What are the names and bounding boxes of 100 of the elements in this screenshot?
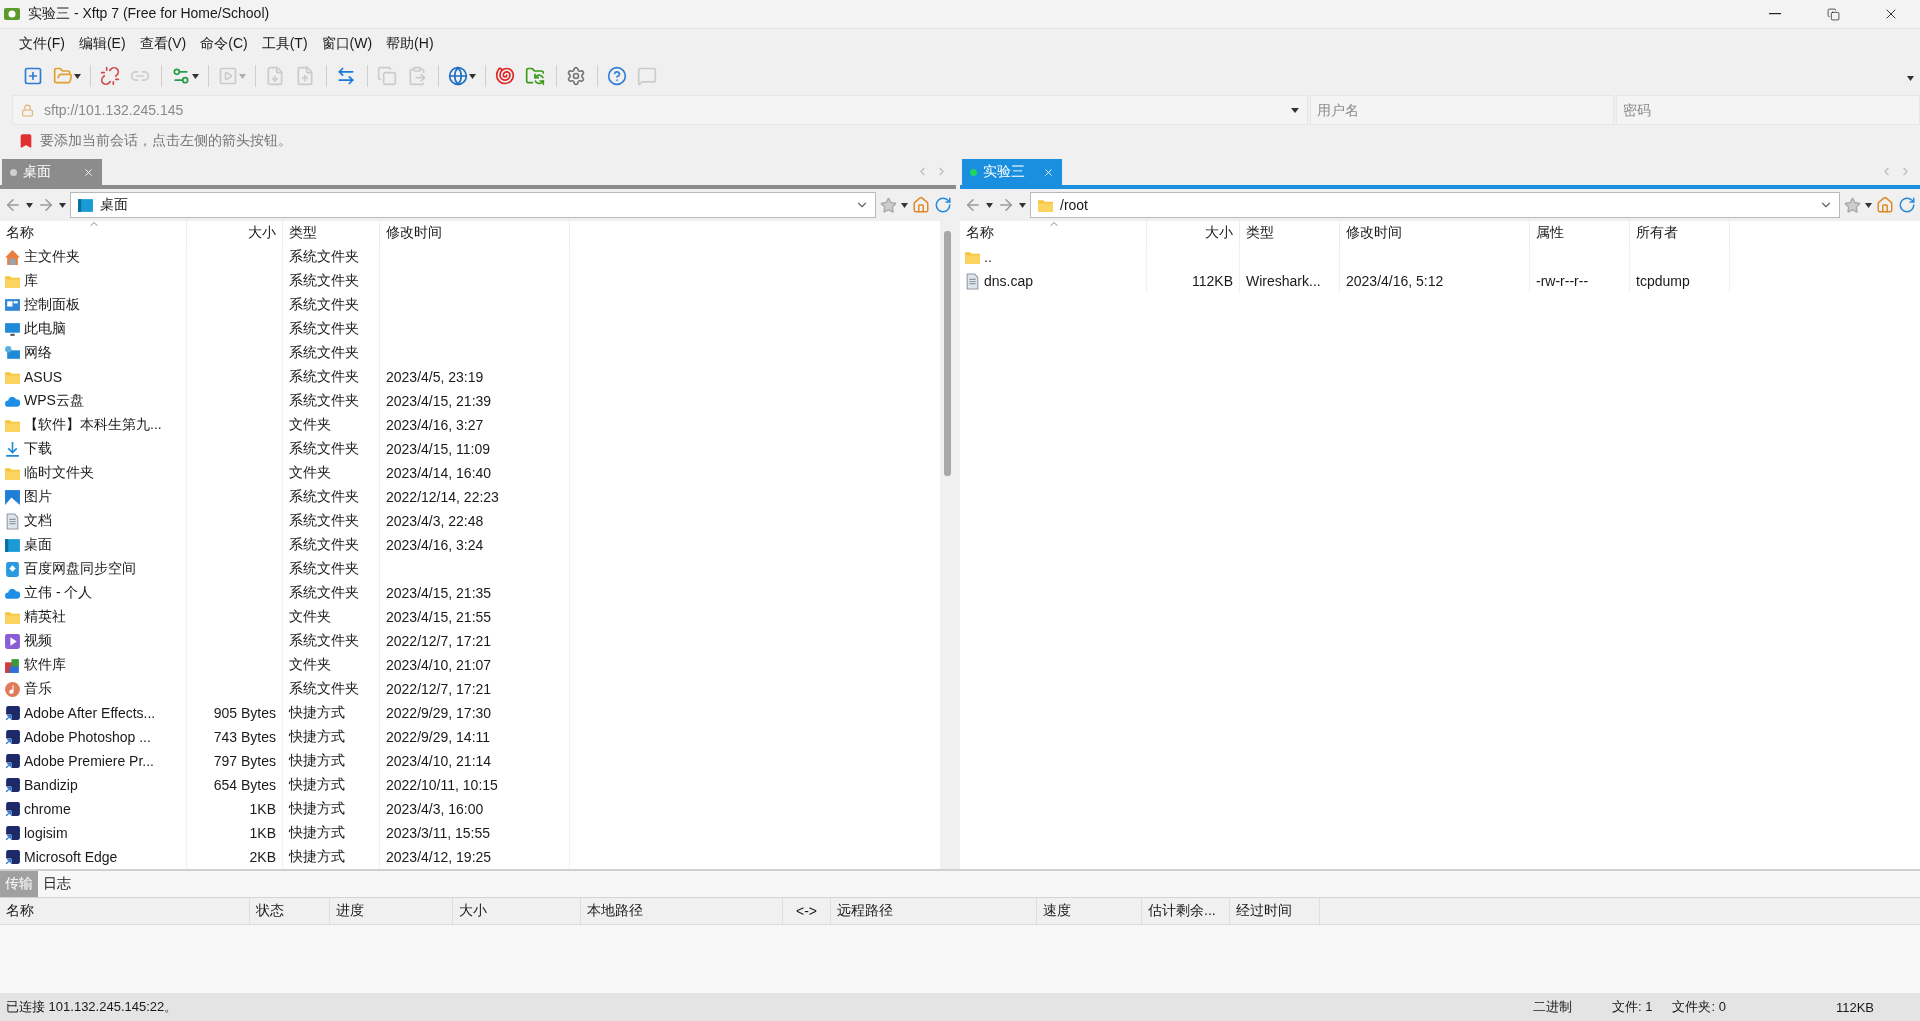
- apps-icon: [4, 656, 21, 674]
- caret-icon: [1019, 202, 1026, 208]
- column-header[interactable]: 类型: [283, 221, 380, 245]
- desktop-icon: [4, 536, 21, 554]
- menu-item[interactable]: 文件(F): [12, 35, 72, 53]
- column-header[interactable]: 本地路径: [581, 898, 783, 924]
- file-name[interactable]: 此电脑: [24, 320, 66, 338]
- username-field[interactable]: 用户名: [1310, 95, 1614, 125]
- file-name[interactable]: Adobe Photoshop ...: [24, 729, 151, 745]
- file-detail-cell: 2023/4/15, 21:39: [380, 389, 570, 413]
- file-name[interactable]: 视频: [24, 632, 52, 650]
- file-name[interactable]: ASUS: [24, 369, 63, 385]
- file-name[interactable]: 桌面: [24, 536, 52, 554]
- file-download-icon: [265, 66, 285, 86]
- shortcut-icon: [4, 800, 21, 818]
- menu-item[interactable]: 窗口(W): [314, 35, 380, 53]
- chat-icon: [637, 66, 657, 86]
- lock-icon: [21, 103, 34, 117]
- column-header[interactable]: <->: [783, 898, 831, 924]
- column-header[interactable]: 名称: [0, 898, 250, 924]
- shortcut-icon: [4, 776, 21, 794]
- column-header[interactable]: 经过时间: [1230, 898, 1320, 924]
- file-detail-cell: 2023/4/10, 21:14: [380, 749, 570, 773]
- connection-status: 已连接 101.132.245.145:22。: [6, 998, 179, 1016]
- file-name[interactable]: 音乐: [24, 680, 52, 698]
- caret-icon: [59, 202, 66, 208]
- menu-item[interactable]: 工具(T): [254, 35, 315, 53]
- file-name[interactable]: 库: [24, 272, 38, 290]
- caret-icon: [192, 73, 199, 79]
- path-field[interactable]: 桌面: [70, 192, 876, 218]
- file-name[interactable]: 主文件夹: [24, 248, 80, 266]
- star-icon: [1844, 196, 1861, 214]
- file-name[interactable]: 图片: [24, 488, 52, 506]
- file-name[interactable]: WPS云盘: [24, 392, 84, 410]
- file-name[interactable]: 控制面板: [24, 296, 80, 314]
- column-header[interactable]: 大小: [187, 221, 283, 245]
- password-field[interactable]: 密码: [1616, 95, 1920, 125]
- column-header[interactable]: 速度: [1037, 898, 1142, 924]
- caret-icon: [1865, 202, 1872, 208]
- file-detail-cell: 2023/4/15, 21:35: [380, 581, 570, 605]
- file-detail-cell: 2023/4/16, 3:24: [380, 533, 570, 557]
- file-name[interactable]: 临时文件夹: [24, 464, 94, 482]
- column-header[interactable]: 大小: [453, 898, 581, 924]
- path-field[interactable]: /root: [1030, 192, 1840, 218]
- column-header[interactable]: 进度: [330, 898, 453, 924]
- file-name[interactable]: Bandizip: [24, 777, 78, 793]
- column-header[interactable]: 修改时间: [1340, 221, 1530, 245]
- menu-item[interactable]: 命令(C): [193, 35, 255, 53]
- document-icon: [964, 272, 981, 290]
- file-name[interactable]: 【软件】本科生第九...: [24, 416, 162, 434]
- dropdown-icon: [1291, 107, 1299, 113]
- file-detail-cell: 1KB: [187, 797, 283, 821]
- file-name[interactable]: Microsoft Edge: [24, 849, 118, 865]
- home-icon: [4, 248, 21, 266]
- column-header[interactable]: 所有者: [1630, 221, 1730, 245]
- play-icon: [218, 66, 238, 86]
- back-icon: [4, 196, 22, 214]
- column-header[interactable]: 修改时间: [380, 221, 570, 245]
- menu-item[interactable]: 编辑(E): [71, 35, 133, 53]
- column-header[interactable]: 远程路径: [831, 898, 1037, 924]
- control-panel-icon: [4, 296, 21, 314]
- caret-icon: [901, 202, 908, 208]
- file-detail-cell: 2023/4/3, 22:48: [380, 509, 570, 533]
- file-detail-cell: 2023/4/16, 3:27: [380, 413, 570, 437]
- file-detail-cell: 2022/10/11, 10:15: [380, 773, 570, 797]
- caret-icon: [26, 202, 33, 208]
- file-detail-cell: 快捷方式: [283, 701, 380, 725]
- file-name[interactable]: chrome: [24, 801, 71, 817]
- file-name[interactable]: 文档: [24, 512, 52, 530]
- column-header[interactable]: 类型: [1240, 221, 1340, 245]
- file-name[interactable]: 百度网盘同步空间: [24, 560, 136, 578]
- file-name[interactable]: 立伟 - 个人: [24, 584, 93, 602]
- column-header[interactable]: 属性: [1530, 221, 1630, 245]
- column-header[interactable]: 状态: [250, 898, 330, 924]
- file-name[interactable]: Adobe After Effects...: [24, 705, 156, 721]
- file-detail-cell: 系统文件夹: [283, 557, 380, 581]
- file-name[interactable]: 软件库: [24, 656, 66, 674]
- file-name[interactable]: 精英社: [24, 608, 66, 626]
- file-detail-cell: 2023/4/14, 16:40: [380, 461, 570, 485]
- file-detail-cell: 2022/12/7, 17:21: [380, 629, 570, 653]
- file-name[interactable]: dns.cap: [984, 273, 1034, 289]
- menu-item[interactable]: 查看(V): [132, 35, 194, 53]
- file-detail-cell: 2023/4/16, 5:12: [1340, 269, 1530, 293]
- file-detail-cell: 系统文件夹: [283, 293, 380, 317]
- help-icon: [607, 66, 627, 86]
- minimize-icon: [1769, 13, 1781, 15]
- file-name[interactable]: 网络: [24, 344, 52, 362]
- caret-icon: [469, 73, 476, 79]
- menu-item[interactable]: 帮助(H): [379, 35, 441, 53]
- column-header[interactable]: 名称: [0, 221, 187, 245]
- file-name[interactable]: logisim: [24, 825, 68, 841]
- file-name[interactable]: 下载: [24, 440, 52, 458]
- column-header[interactable]: 大小: [1147, 221, 1240, 245]
- file-name[interactable]: ..: [984, 249, 992, 265]
- column-header[interactable]: 估计剩余...: [1142, 898, 1230, 924]
- column-header[interactable]: 名称: [960, 221, 1147, 245]
- panel-tab[interactable]: 日志: [38, 871, 76, 897]
- file-name[interactable]: Adobe Premiere Pr...: [24, 753, 154, 769]
- file-detail-cell: Wireshark...: [1240, 269, 1340, 293]
- file-detail-cell: 2022/9/29, 17:30: [380, 701, 570, 725]
